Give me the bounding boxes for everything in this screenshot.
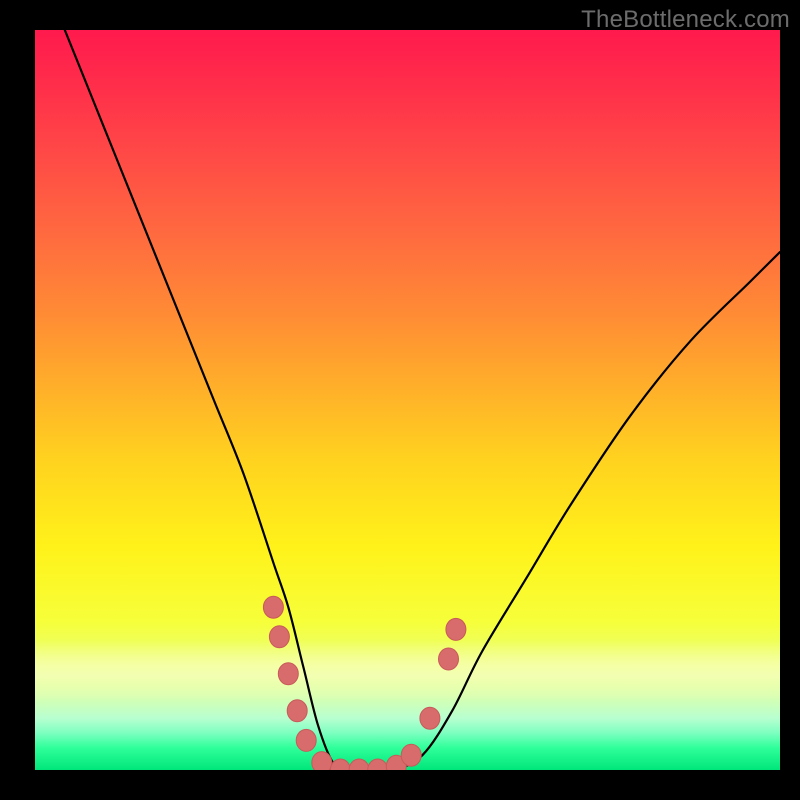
chart-frame: TheBottleneck.com — [0, 0, 800, 800]
plot-area — [35, 30, 780, 770]
watermark-text: TheBottleneck.com — [581, 6, 790, 34]
